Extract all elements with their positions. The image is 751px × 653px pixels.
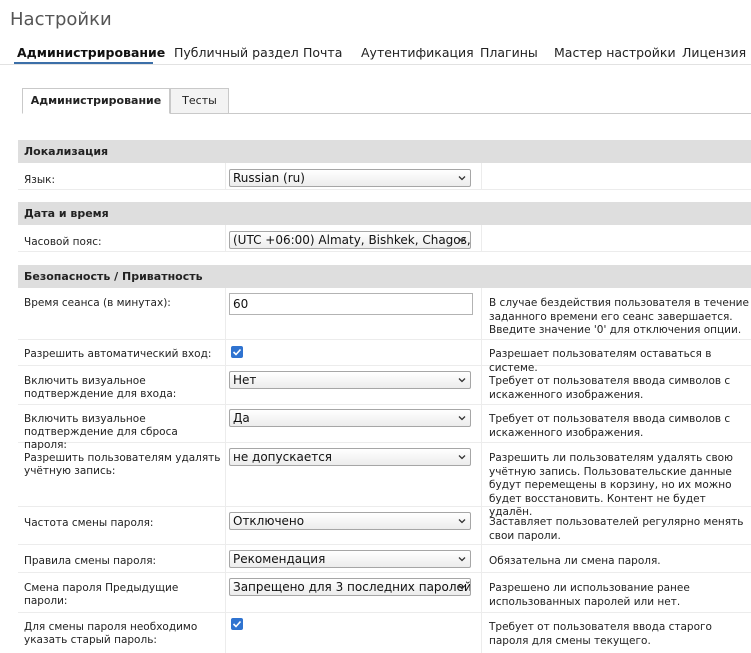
session-timeout-input[interactable]: 60 [229, 293, 473, 315]
subtab-tests[interactable]: Тесты [170, 88, 229, 114]
delete-account-label: Разрешить пользователям удалять учётную … [24, 452, 221, 477]
delete-account-select[interactable]: не допускается [229, 448, 471, 466]
setting-row-autologin: Разрешить автоматический вход: Разрешает… [18, 340, 751, 374]
chevron-down-icon [458, 455, 466, 460]
section-header-datetime: Дата и время [18, 202, 751, 225]
setting-row-delete-account: Разрешить пользователям удалять учётную … [18, 443, 751, 518]
chevron-down-icon [458, 585, 466, 590]
setting-row-session-timeout: Время сеанса (в минутах): 60 В случае бе… [18, 288, 751, 340]
setting-row-timezone: Часовой пояс: (UTC +06:00) Almaty, Bishk… [18, 225, 751, 252]
language-label: Язык: [24, 174, 56, 186]
chevron-down-icon [458, 519, 466, 524]
captcha-login-select[interactable]: Нет [229, 371, 471, 389]
timezone-select[interactable]: (UTC +06:00) Almaty, Bishkek, Chagos, Ka… [229, 231, 471, 249]
checkmark-icon [232, 348, 242, 356]
timezone-label: Часовой пояс: [24, 236, 102, 248]
chevron-down-icon [458, 176, 466, 181]
password-rules-select[interactable]: Рекомендация [229, 550, 471, 568]
captcha-reset-select[interactable]: Да [229, 409, 471, 427]
subtab-administration[interactable]: Администрирование [22, 88, 170, 114]
old-password-required-desc: Требует от пользователя ввода старого па… [489, 621, 712, 647]
session-timeout-desc: В случае бездействия пользователя в тече… [489, 297, 749, 336]
tab-plugins[interactable]: Плагины [480, 45, 538, 60]
chevron-down-icon [458, 416, 466, 421]
captcha-login-desc: Требует от пользователя ввода символов с… [489, 375, 731, 401]
autologin-label: Разрешить автоматический вход: [24, 348, 212, 360]
setting-row-captcha-reset: Включить визуальное подтверждение для сб… [18, 405, 751, 451]
chevron-down-icon [458, 378, 466, 383]
language-select[interactable]: Russian (ru) [229, 169, 471, 187]
section-header-security: Безопасность / Приватность [18, 265, 751, 288]
autologin-checkbox[interactable] [231, 346, 243, 358]
tab-public-section[interactable]: Публичный раздел [174, 45, 299, 60]
captcha-login-label: Включить визуальное подтверждение для вх… [24, 375, 177, 400]
chevron-down-icon [458, 557, 466, 562]
setting-row-password-history: Смена пароля Предыдущие пароли: Запрещен… [18, 573, 751, 613]
tab-mail[interactable]: Почта [303, 45, 342, 60]
setting-row-password-rules: Правила смены пароля: Рекомендация Обяза… [18, 545, 751, 573]
old-password-required-checkbox[interactable] [231, 618, 243, 630]
setting-row-password-frequency: Частота смены пароля: Отключено Заставля… [18, 507, 751, 545]
section-header-localization: Локализация [18, 140, 751, 163]
page-title: Настройки [10, 9, 112, 30]
setting-row-language: Язык: Russian (ru) [18, 163, 751, 190]
old-password-required-label: Для смены пароля необходимо указать стар… [24, 621, 198, 646]
password-frequency-label: Частота смены пароля: [24, 517, 154, 529]
captcha-reset-desc: Требует от пользователя ввода символов с… [489, 413, 731, 439]
password-history-label: Смена пароля Предыдущие пароли: [24, 582, 179, 607]
password-rules-desc: Обязательна ли смена пароля. [489, 555, 661, 567]
password-history-select[interactable]: Запрещено для 3 последних паролей [229, 578, 471, 596]
tab-license[interactable]: Лицензия [682, 45, 746, 60]
tab-setup-wizard[interactable]: Мастер настройки [554, 45, 676, 60]
setting-row-captcha-login: Включить визуальное подтверждение для вх… [18, 366, 751, 405]
password-rules-label: Правила смены пароля: [24, 555, 157, 567]
session-timeout-label: Время сеанса (в минутах): [24, 297, 171, 309]
checkmark-icon [232, 620, 242, 628]
setting-row-old-password-required: Для смены пароля необходимо указать стар… [18, 613, 751, 653]
chevron-down-icon [458, 238, 466, 243]
active-tab-indicator [14, 62, 153, 64]
tab-administration[interactable]: Администрирование [17, 45, 165, 62]
password-frequency-select[interactable]: Отключено [229, 512, 471, 530]
password-history-desc: Разрешено ли использование ранее использ… [489, 582, 690, 608]
tab-authentication[interactable]: Аутентификация [361, 45, 474, 60]
password-frequency-desc: Заставляет пользователей регулярно менят… [489, 516, 744, 542]
